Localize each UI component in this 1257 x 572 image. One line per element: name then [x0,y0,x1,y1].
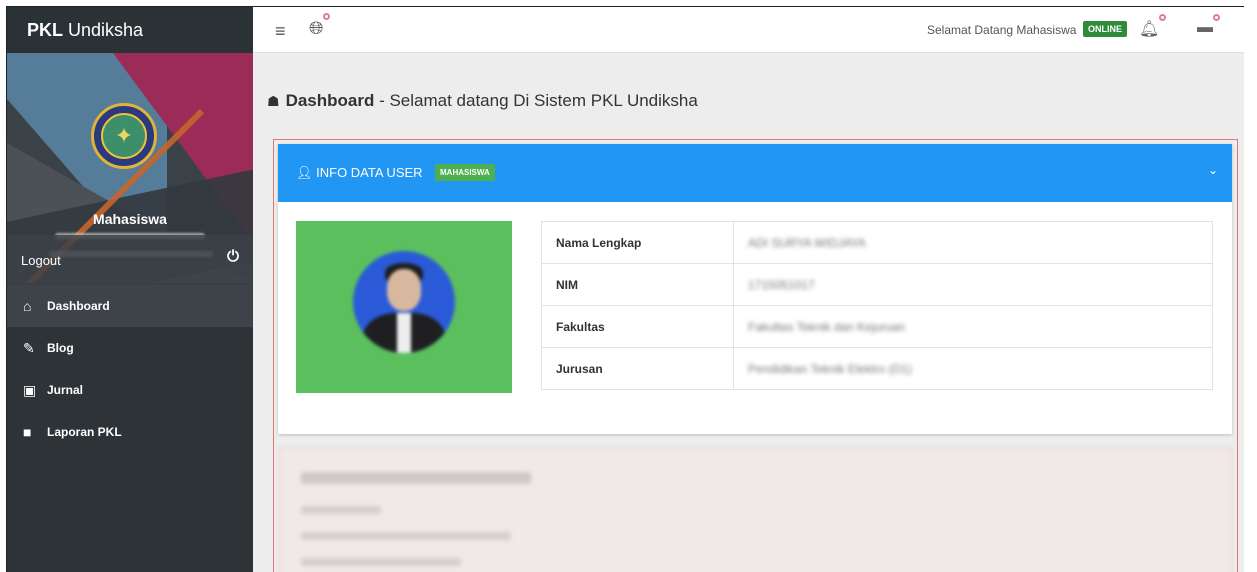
pencil-icon: ✎ [23,339,35,356]
main-content: ☗ Dashboard - Selamat datang Di Sistem PK… [253,53,1244,572]
card-header[interactable]: 👤︎ INFO DATA USER MAHASISWA ⌄ [278,144,1232,202]
globe-icon[interactable]: 🌐︎ [309,13,331,39]
card-title: 👤︎ INFO DATA USER [296,165,423,181]
book-icon: ■ [23,424,32,440]
sidebar-item-dashboard[interactable]: ⌂ Dashboard [7,285,253,327]
sidebar-item-jurnal[interactable]: ▣ Jurnal [7,369,253,411]
user-photo [296,221,512,393]
row-label: Fakultas [541,305,734,348]
welcome-text: Selamat Datang Mahasiswa [927,23,1077,37]
page-title: ☗ Dashboard - Selamat datang Di Sistem PK… [267,91,698,111]
row-label: Nama Lengkap [541,221,734,264]
table-row: Nama Lengkap ADI SURYA WIDJAYA [541,221,1213,264]
sidebar-item-label: Jurnal [47,383,84,397]
brand-logo[interactable]: PKL Undiksha [7,7,253,53]
hamburger-menu-icon[interactable]: ≡ [275,21,286,42]
page-title-bold: Dashboard [285,91,375,110]
table-row: Jurusan Pendidikan Teknik Elektro (D1) [541,347,1213,390]
sidebar-menu: ⌂ Dashboard ✎ Blog ▣ Jurnal ■ Laporan PK… [7,285,253,453]
power-icon[interactable]: ⏻ [227,248,239,265]
role-badge: MAHASISWA [435,164,495,181]
chat-icon[interactable]: ▬ [1197,14,1220,37]
row-value: Pendidikan Teknik Elektro (D1) [733,347,1213,390]
sidebar-item-laporan-pkl[interactable]: ■ Laporan PKL [7,411,253,453]
user-icon: 👤︎ [296,165,317,180]
row-label: NIM [541,263,734,306]
home-icon: ☗ [267,93,280,109]
chevron-down-icon[interactable]: ⌄ [1208,163,1218,177]
row-value: Fakultas Teknik dan Kejuruan [733,305,1213,348]
status-badge: ONLINE [1083,21,1128,37]
brand-bold: PKL [27,20,63,40]
logout-label: Logout [21,253,61,268]
sidebar-item-blog[interactable]: ✎ Blog [7,327,253,369]
row-label: Jurusan [541,347,734,390]
info-data-user-card: 👤︎ INFO DATA USER MAHASISWA ⌄ Nama Lengk… [278,144,1232,434]
card-title-text: INFO DATA USER [316,165,423,180]
page-title-rest: - Selamat datang Di Sistem PKL Undiksha [374,91,698,110]
save-icon: ▣ [23,381,37,398]
blurred-panel [278,447,1232,572]
sidebar: PKL Undiksha ✦ Mahasiswa Logout ⏻ ⌂ Dash… [7,7,253,572]
sidebar-item-label: Dashboard [47,299,110,313]
brand-rest: Undiksha [63,20,144,40]
table-row: Fakultas Fakultas Teknik dan Kejuruan [541,305,1213,348]
row-value: ADI SURYA WIDJAYA [733,221,1213,264]
emblem-icon: ✦ [101,113,147,159]
user-info-table: Nama Lengkap ADI SURYA WIDJAYA NIM 17150… [541,221,1213,390]
user-role: Mahasiswa [93,211,167,227]
bell-icon[interactable]: 🔔︎ [1139,14,1167,39]
row-value: 1715051017 [733,263,1213,306]
top-header: ≡ 🌐︎ Selamat Datang Mahasiswa ONLINE 🔔︎ … [253,7,1244,53]
sidebar-item-label: Blog [47,341,74,355]
university-logo: ✦ [91,103,157,169]
app-window: PKL Undiksha ✦ Mahasiswa Logout ⏻ ⌂ Dash… [6,6,1244,572]
table-row: NIM 1715051017 [541,263,1213,306]
home-icon: ⌂ [23,298,32,314]
logout-button[interactable]: Logout ⏻ [7,235,253,285]
sidebar-item-label: Laporan PKL [47,425,122,439]
